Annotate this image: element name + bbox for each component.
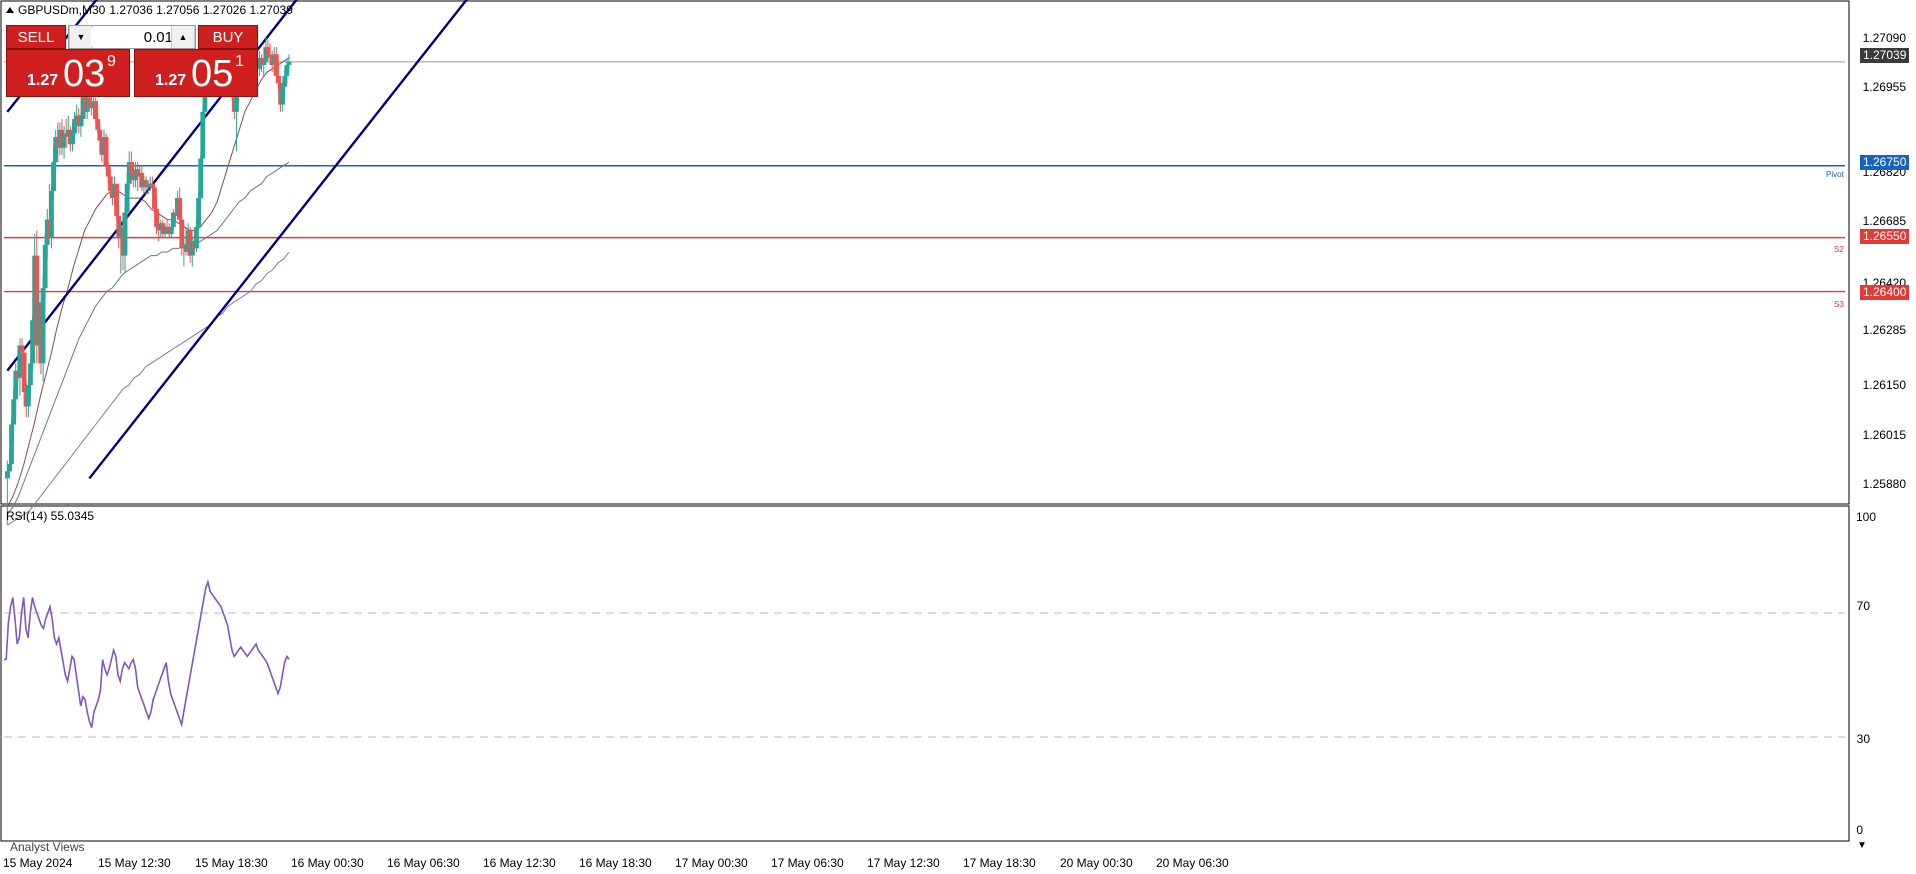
buy-quote-pips: 05 [191,53,234,95]
candle-body [19,345,25,353]
collapse-triangle-icon[interactable] [6,7,14,13]
rsi-panel-frame [0,505,1850,842]
buy-quote-prefix: 1.27 [155,72,187,89]
sell-button[interactable]: SELL [6,25,66,49]
s3-level-label: S3 [1834,300,1844,309]
main-chart [4,0,1845,526]
current-price-tag: 1.27039 [1860,48,1910,63]
symbol-timeframe: GBPUSDm,M30 [18,3,106,17]
candle-body [103,136,109,166]
sell-quote-prefix: 1.27 [27,72,59,89]
time-tick: 17 May 12:30 [867,856,940,870]
lot-size-input[interactable] [91,28,175,46]
rsi-tick: 0 [1856,823,1863,837]
sell-quote[interactable]: 1.27 03 9 [6,49,130,97]
price-tick: 1.26285 [1862,323,1906,337]
sell-quote-pips: 03 [63,53,106,95]
rsi-tick: 100 [1855,510,1876,524]
buy-quote[interactable]: 1.27 05 1 [134,49,258,97]
time-tick: 16 May 12:30 [483,856,556,870]
pivot-level-label: Pivot [1826,170,1844,179]
buy-button[interactable]: BUY [198,25,258,49]
rsi-chart [4,579,1845,738]
price-tick: 1.26955 [1862,80,1906,94]
rsi-title: RSI(14) 55.0345 [6,509,95,523]
candle-body [286,61,292,66]
ohlc-readout: 1.27036 1.27056 1.27026 1.27039 [109,3,293,17]
time-tick: 15 May 2024 [3,856,73,870]
chart-canvas[interactable] [0,0,1916,874]
time-tick: 15 May 18:30 [195,856,268,870]
s2-level-label: S2 [1834,245,1844,254]
rsi-tick: 70 [1856,599,1870,613]
analyst-views-label: Analyst Views [10,840,85,854]
lot-increase-icon[interactable]: ▲ [171,26,195,48]
chart-shift-arrow-icon[interactable]: ▼ [1857,840,1867,851]
pivot-price-tag: 1.26750 [1860,155,1910,170]
candle-body [198,158,204,199]
buy-quote-fraction: 1 [235,53,244,70]
time-tick: 17 May 06:30 [771,856,844,870]
rsi-tick: 30 [1856,732,1870,746]
s2-price-tag: 1.26550 [1860,229,1910,244]
moving-average-line [7,251,290,526]
time-tick: 16 May 18:30 [579,856,652,870]
one-click-trading-panel: SELL ▼ ▲ BUY 1.27 03 9 1.27 05 1 [6,25,258,97]
price-tick: 1.26015 [1862,428,1906,442]
sell-quote-fraction: 9 [107,53,116,70]
price-tick: 1.26150 [1862,378,1906,392]
time-tick: 17 May 18:30 [963,856,1036,870]
price-tick: 1.26685 [1862,214,1906,228]
candle-body [196,198,201,227]
lot-size-control: ▼ ▲ [68,25,196,49]
chart-header: GBPUSDm,M30 1.27036 1.27056 1.27026 1.27… [6,3,293,17]
lot-decrease-icon[interactable]: ▼ [69,26,93,48]
moving-average-line [6,57,290,508]
time-tick: 17 May 00:30 [675,856,748,870]
price-tick: 1.27090 [1862,31,1906,45]
time-tick: 16 May 06:30 [387,856,460,870]
s3-price-tag: 1.26400 [1860,285,1910,300]
candle-body [40,287,46,364]
rsi-line [4,579,290,728]
time-tick: 20 May 06:30 [1156,856,1229,870]
price-tick: 1.25880 [1862,477,1906,491]
time-tick: 16 May 00:30 [291,856,364,870]
time-tick: 20 May 00:30 [1060,856,1133,870]
time-tick: 15 May 12:30 [98,856,171,870]
